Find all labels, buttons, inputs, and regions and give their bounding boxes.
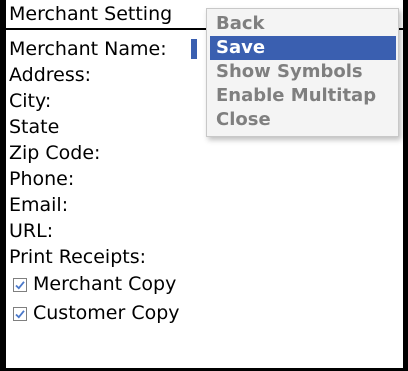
customer-copy-checkbox[interactable] <box>13 306 27 321</box>
field-label: Phone: <box>9 168 75 190</box>
merchant-name-input-cursor[interactable] <box>191 39 197 59</box>
field-label: Address: <box>9 64 92 86</box>
field-url[interactable]: URL: <box>9 218 389 244</box>
field-label: URL: <box>9 220 54 242</box>
menu-item-save[interactable]: Save <box>210 36 396 60</box>
field-zip-code[interactable]: Zip Code: <box>9 140 389 166</box>
checkbox-label: Merchant Copy <box>33 273 177 295</box>
merchant-copy-checkbox[interactable] <box>13 277 27 292</box>
merchant-copy-checkbox-row[interactable]: Merchant Copy <box>9 270 389 299</box>
field-email[interactable]: Email: <box>9 192 389 218</box>
context-menu: Back Save Show Symbols Enable Multitap C… <box>206 8 399 137</box>
menu-item-close[interactable]: Close <box>210 108 396 132</box>
field-label: Zip Code: <box>9 142 101 164</box>
checkmark-icon <box>15 309 25 319</box>
menu-item-back[interactable]: Back <box>210 12 396 36</box>
menu-item-enable-multitap[interactable]: Enable Multitap <box>210 84 396 108</box>
print-receipts-label-row: Print Receipts: <box>9 244 389 270</box>
screen-title: Merchant Setting <box>9 3 173 25</box>
field-label: State <box>9 116 60 138</box>
field-label: Merchant Name: <box>9 38 167 60</box>
customer-copy-checkbox-row[interactable]: Customer Copy <box>9 299 389 328</box>
menu-item-show-symbols[interactable]: Show Symbols <box>210 60 396 84</box>
checkbox-label: Customer Copy <box>33 302 180 324</box>
field-label: City: <box>9 90 52 112</box>
merchant-settings-screen: Merchant Setting Merchant Name: Address:… <box>0 0 408 371</box>
field-label: Print Receipts: <box>9 246 147 268</box>
field-phone[interactable]: Phone: <box>9 166 389 192</box>
checkmark-icon <box>15 280 25 290</box>
field-label: Email: <box>9 194 69 216</box>
